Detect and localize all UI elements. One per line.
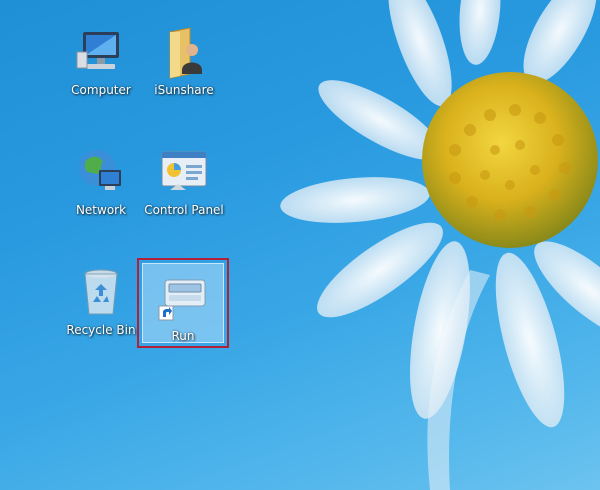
user-folder-icon (169, 27, 202, 79)
desktop[interactable]: Computer iSunshare Network Control Panel… (0, 0, 600, 490)
icon-label: Recycle Bin (66, 323, 136, 337)
desktop-icon-network[interactable]: Network (61, 144, 141, 218)
control-panel-icon (161, 151, 207, 190)
icon-label: Control Panel (144, 203, 224, 217)
icon-label: iSunshare (154, 83, 214, 97)
desktop-icon-computer[interactable]: Computer (61, 24, 141, 98)
recycle-bin-icon (84, 269, 118, 315)
run-shortcut-icon (158, 279, 206, 321)
icon-label: Network (75, 203, 127, 217)
computer-icon (76, 32, 119, 69)
icon-label: Computer (71, 83, 131, 97)
desktop-icon-isunshare[interactable]: iSunshare (144, 24, 224, 98)
desktop-icon-control-panel[interactable]: Control Panel (144, 144, 224, 218)
desktop-icon-recycle-bin[interactable]: Recycle Bin (61, 264, 141, 338)
icon-label: Run (171, 329, 195, 343)
desktop-icon-run[interactable]: Run (142, 263, 224, 343)
network-icon (79, 150, 121, 190)
